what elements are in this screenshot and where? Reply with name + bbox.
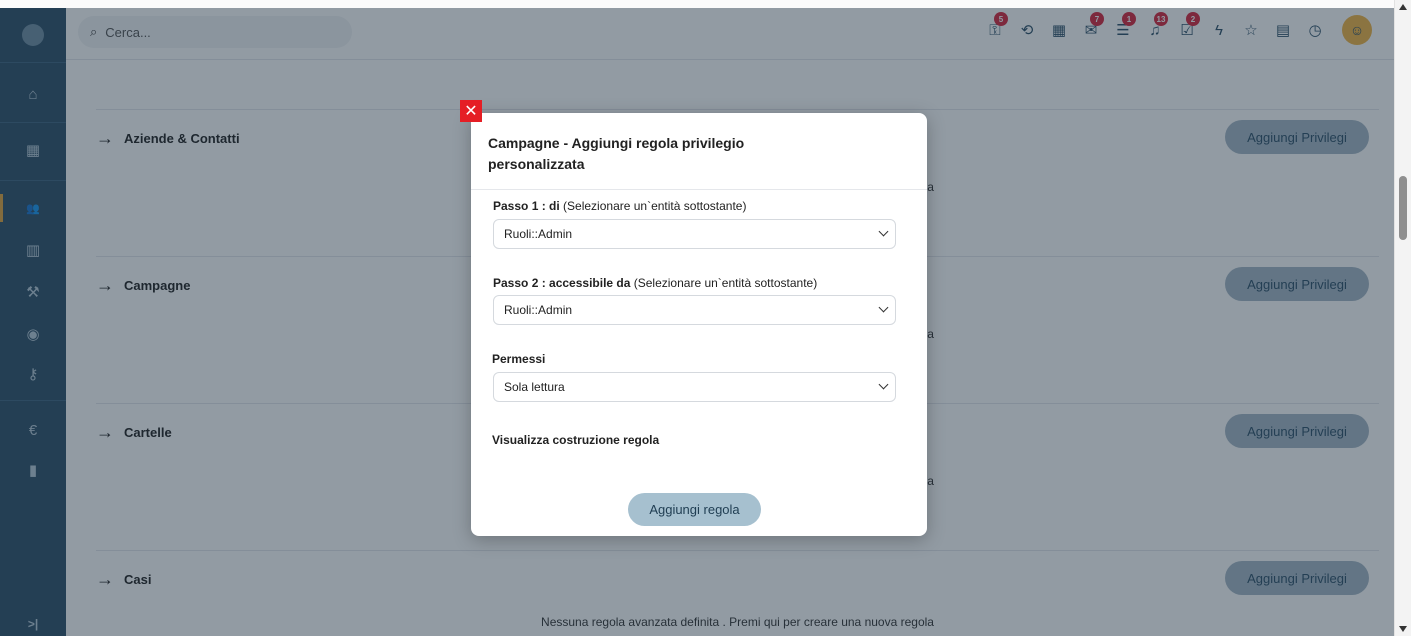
chevron-down-icon — [878, 379, 889, 390]
chevron-down-icon — [878, 302, 889, 313]
step2-select[interactable]: Ruoli::Admin — [493, 295, 896, 325]
scroll-up-icon[interactable] — [1399, 4, 1407, 10]
modal-title: Campagne - Aggiungi regola privilegio pe… — [488, 135, 745, 172]
permissions-select[interactable]: Sola lettura — [493, 372, 896, 402]
add-rule-button[interactable]: Aggiungi regola — [628, 493, 761, 526]
step1-select[interactable]: Ruoli::Admin — [493, 219, 896, 249]
add-rule-modal: Campagne - Aggiungi regola privilegio pe… — [471, 113, 927, 536]
step1-label: Passo 1 : di (Selezionare un`entità sott… — [493, 199, 747, 213]
page-scrollbar[interactable] — [1394, 0, 1411, 636]
close-icon[interactable]: ✕ — [460, 100, 482, 122]
rule-preview-label: Visualizza costruzione regola — [492, 433, 660, 447]
step2-label: Passo 2 : accessibile da (Selezionare un… — [493, 276, 818, 290]
modal-divider — [471, 189, 927, 190]
overlay-top-strip — [0, 0, 1394, 8]
chevron-down-icon — [878, 226, 889, 237]
scroll-thumb[interactable] — [1399, 176, 1407, 240]
scroll-down-icon[interactable] — [1399, 626, 1407, 632]
permissions-label: Permessi — [492, 352, 546, 366]
